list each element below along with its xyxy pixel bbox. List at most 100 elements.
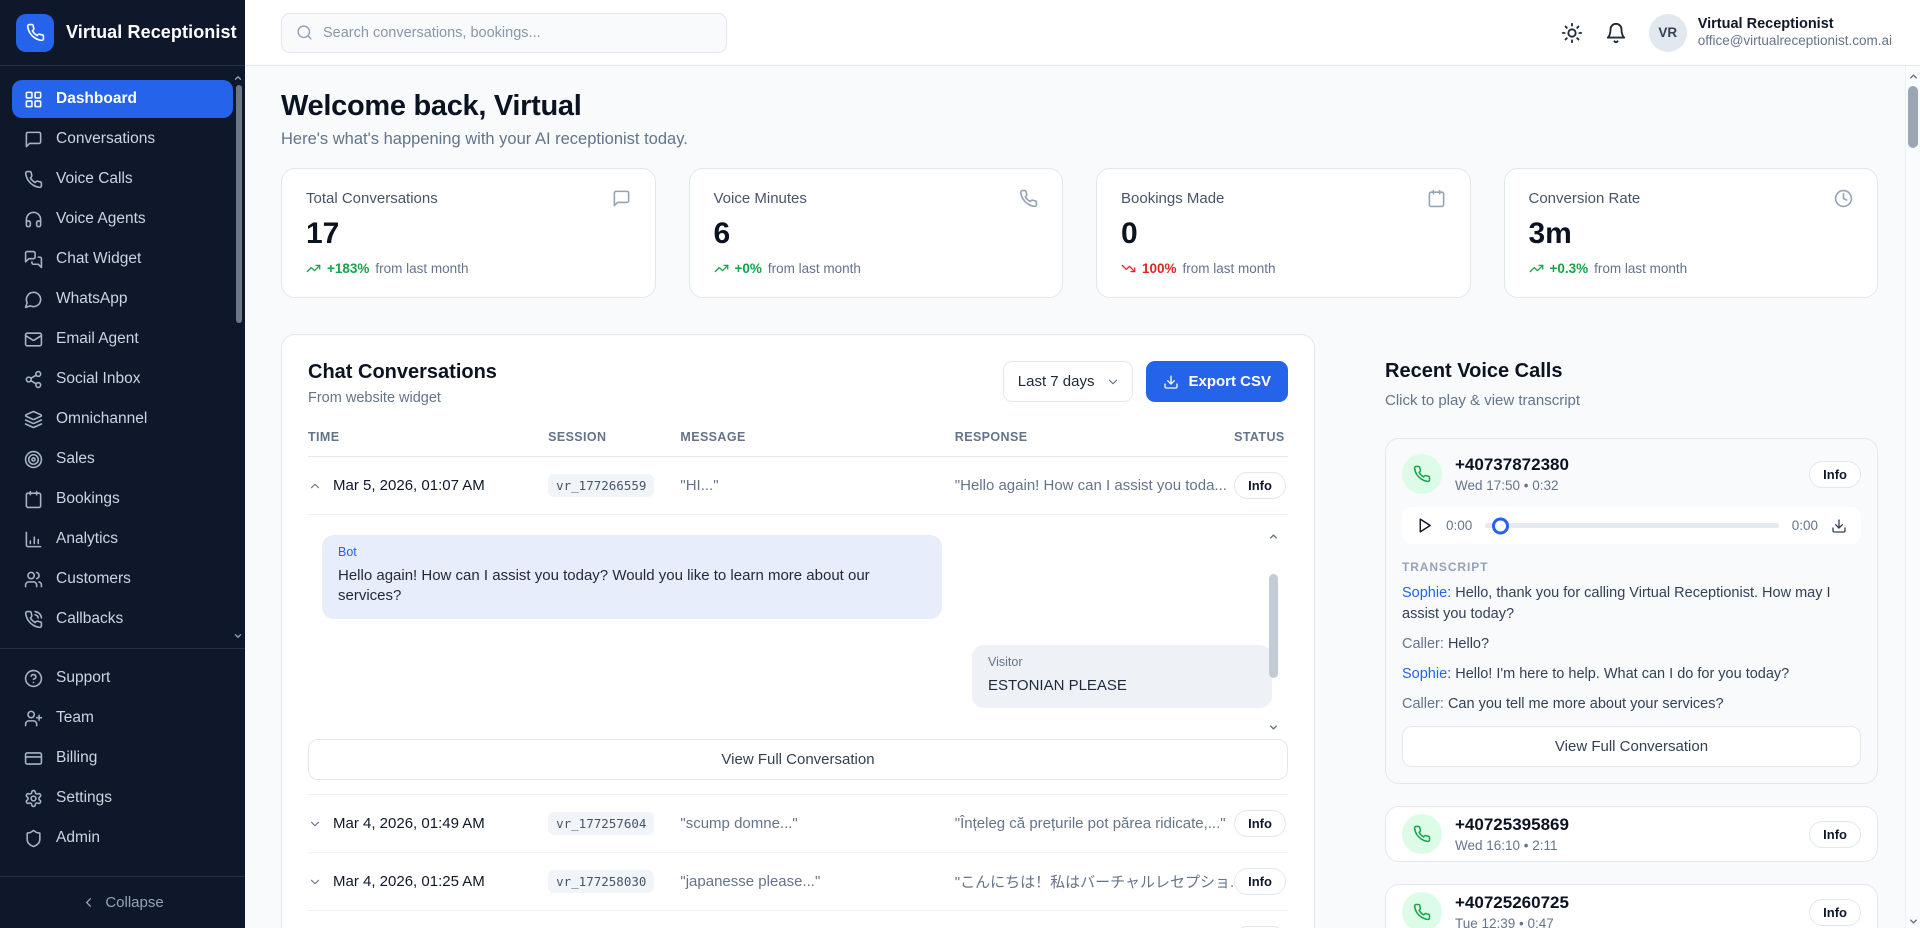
row-time: Mar 5, 2026, 01:07 AM [333,477,485,494]
sidebar-item-omnichannel[interactable]: Omnichannel [12,400,233,438]
transcript-speaker: Sophie: [1402,585,1451,601]
row-message: "scump domne..." [680,815,954,832]
sidebar-item-callbacks[interactable]: Callbacks [12,600,233,638]
sidebar-item-social-inbox[interactable]: Social Inbox [12,360,233,398]
player-seek-handle[interactable] [1492,517,1509,534]
info-button[interactable]: Info [1809,821,1861,848]
theme-toggle-sun-icon[interactable] [1561,22,1583,44]
sidebar-item-chat-widget[interactable]: Chat Widget [12,240,233,278]
table-row[interactable]: Mar 5, 2026, 01:07 AM vr_177266559 "HI..… [308,457,1288,515]
sidebar-item-team[interactable]: Team [12,699,233,737]
app-root: Virtual Receptionist Dashboard Conversat… [0,0,1920,928]
view-full-conversation-button[interactable]: View Full Conversation [1402,726,1861,767]
table-row[interactable]: Mar 4, 2026, 01:49 AM vr_177257604 "scum… [308,795,1288,853]
sidebar-item-admin[interactable]: Admin [12,819,233,857]
sidebar-item-bookings[interactable]: Bookings [12,480,233,518]
info-button[interactable]: Info [1234,472,1286,499]
sidebar-item-dashboard[interactable]: Dashboard [12,80,233,118]
search-input[interactable] [323,25,712,41]
info-button[interactable]: Info [1234,810,1286,837]
sidebar-item-sales[interactable]: Sales [12,440,233,478]
date-range-value: Last 7 days [1018,373,1095,390]
sidebar-item-customers[interactable]: Customers [12,560,233,598]
stat-value: 17 [306,217,631,251]
chevron-up-icon[interactable] [308,479,322,493]
sidebar-secondary-nav: Support Team Billing Settings Admin [0,657,245,859]
stat-delta-note: from last month [768,261,861,276]
global-search[interactable] [281,13,727,53]
transcript-text: Hello, thank you for calling Virtual Rec… [1402,585,1831,622]
call-meta: Tue 12:39 • 0:47 [1455,916,1569,928]
mail-icon [24,330,43,349]
layers-icon [24,410,43,429]
notifications-bell-icon[interactable] [1605,22,1627,44]
chevron-down-icon[interactable] [308,875,322,889]
sidebar-item-billing[interactable]: Billing [12,739,233,777]
export-csv-button[interactable]: Export CSV [1146,361,1288,402]
voice-call-card-expanded[interactable]: +40737872380 Wed 17:50 • 0:32 Info 0:00 [1385,438,1878,784]
collapse-sidebar-button[interactable]: Collapse [0,876,245,928]
download-recording-icon[interactable] [1831,518,1847,534]
sidebar-item-voice-calls[interactable]: Voice Calls [12,160,233,198]
sidebar-item-conversations[interactable]: Conversations [12,120,233,158]
scrollbar-thumb[interactable] [1269,574,1278,678]
message-circle-icon [24,290,43,309]
credit-card-icon [24,749,43,768]
sidebar-divider [0,648,245,649]
transcript-text: Hello? [1448,636,1489,652]
player-elapsed-time: 0:00 [1446,518,1472,533]
voice-call-card[interactable]: +40725395869 Wed 16:10 • 2:11 Info [1385,806,1878,862]
scroll-down-icon[interactable] [1268,720,1279,731]
sidebar-scroll-down-icon[interactable] [233,628,243,638]
chevron-down-icon[interactable] [308,817,322,831]
player-seek-track[interactable] [1485,523,1778,528]
sidebar-item-email-agent[interactable]: Email Agent [12,320,233,358]
view-full-conversation-button[interactable]: View Full Conversation [308,739,1288,780]
headphones-icon [24,210,43,229]
messages-square-icon [24,250,43,269]
user-menu[interactable]: VR Virtual Receptionist office@virtualre… [1649,14,1892,52]
conversation-scrollbar[interactable] [1266,529,1280,731]
trending-up-icon [306,261,321,276]
scroll-down-icon[interactable] [1908,914,1919,925]
stat-label: Conversion Rate [1529,190,1641,207]
phone-icon [24,170,43,189]
topbar: VR Virtual Receptionist office@virtualre… [245,0,1920,66]
sidebar-item-label: Callbacks [56,610,123,628]
audio-player: 0:00 0:00 [1402,507,1861,544]
call-meta: Wed 17:50 • 0:32 [1455,478,1569,493]
sidebar-item-whatsapp[interactable]: WhatsApp [12,280,233,318]
table-row[interactable]: Mar 4, 2026, 01:25 AM vr_177258030 "japa… [308,853,1288,911]
row-time: Mar 4, 2026, 01:25 AM [333,873,485,890]
sidebar-item-analytics[interactable]: Analytics [12,520,233,558]
help-circle-icon [24,669,43,688]
table-row[interactable]: Mar 4, 2026, 01:14 AM vr_177257662 "ce p… [308,911,1288,928]
sidebar-item-voice-agents[interactable]: Voice Agents [12,200,233,238]
sidebar-item-label: Chat Widget [56,250,141,268]
phone-call-icon [24,610,43,629]
sidebar-item-support[interactable]: Support [12,659,233,697]
scroll-up-icon[interactable] [1268,529,1279,540]
page-scrollbar[interactable] [1905,66,1920,928]
stats-row: Total Conversations 17 +183% from last m… [281,168,1878,298]
transcript-speaker: Caller: [1402,636,1444,652]
scrollbar-thumb[interactable] [1908,86,1918,148]
conversation-scroll-area[interactable]: Bot Hello again! How can I assist you to… [308,529,1288,731]
sidebar-item-settings[interactable]: Settings [12,779,233,817]
play-button-icon[interactable] [1416,517,1433,534]
sidebar-scrollbar-thumb[interactable] [236,85,242,323]
row-time: Mar 4, 2026, 01:49 AM [333,815,485,832]
visitor-message-bubble: Visitor ESTONIAN PLEASE [972,645,1272,708]
call-avatar [1402,454,1442,494]
date-range-select[interactable]: Last 7 days [1003,361,1134,402]
transcript-speaker: Caller: [1402,696,1444,712]
bot-message-bubble: Bot Hello again! How can I assist you to… [322,535,942,619]
user-name: Virtual Receptionist [1698,15,1892,33]
sidebar-scroll-up-icon[interactable] [233,70,243,80]
info-button[interactable]: Info [1809,461,1861,488]
scroll-up-icon[interactable] [1908,69,1919,80]
call-number: +40725395869 [1455,815,1569,835]
info-button[interactable]: Info [1809,899,1861,926]
info-button[interactable]: Info [1234,868,1286,895]
voice-call-card[interactable]: +40725260725 Tue 12:39 • 0:47 Info [1385,884,1878,928]
